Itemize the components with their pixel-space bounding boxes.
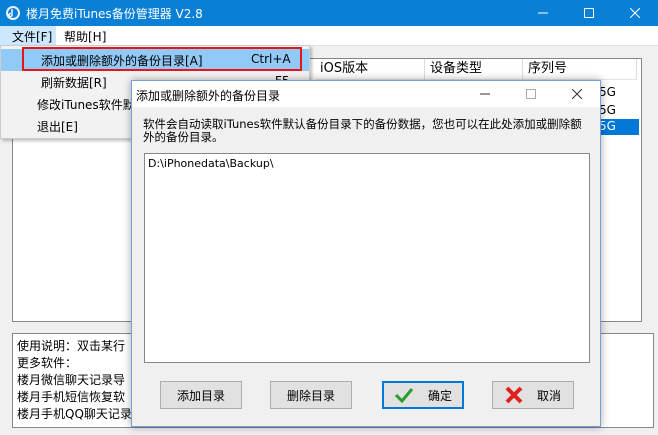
- dialog-description: 软件会自动读取iTunes软件默认备份目录下的备份数据，您也可以在此处添加或删除…: [143, 117, 582, 144]
- menu-file[interactable]: 文件[F]: [0, 26, 56, 45]
- cell-value: 5G: [599, 85, 616, 99]
- delete-dir-button[interactable]: 删除目录: [270, 381, 352, 409]
- menu-file-label: 文件[F]: [12, 30, 53, 44]
- info-line: 楼月微信聊天记录导: [17, 373, 126, 387]
- ok-button[interactable]: 确定: [382, 381, 464, 409]
- cell-value: 5G: [599, 103, 616, 117]
- ok-label: 确定: [427, 388, 452, 403]
- checkmark-icon: [394, 387, 414, 403]
- info-line: 使用说明：双击某行: [17, 339, 126, 353]
- table-row[interactable]: 5G: [599, 103, 639, 120]
- cross-icon: [505, 386, 523, 404]
- minimize-icon[interactable]: [520, 0, 566, 26]
- table-row[interactable]: 5G: [599, 85, 639, 102]
- dialog-close-icon[interactable]: [560, 81, 594, 107]
- info-line: 楼月手机短信恢复软: [17, 390, 126, 404]
- list-item[interactable]: D:\iPhonedata\Backup\: [148, 157, 274, 170]
- dialog-maximize-icon[interactable]: [514, 81, 548, 107]
- column-device-type[interactable]: 设备类型: [425, 59, 523, 80]
- backup-dir-list[interactable]: D:\iPhonedata\Backup\: [144, 153, 590, 363]
- dialog-title: 添加或删除额外的备份目录: [136, 89, 281, 103]
- app-title: 楼月免费iTunes备份管理器 V2.8: [26, 7, 203, 21]
- cell-value: 5G: [599, 119, 616, 133]
- column-ios-version[interactable]: iOS版本: [315, 59, 425, 80]
- menu-item-label: 修改iTunes软件默: [37, 98, 135, 112]
- cancel-label: 取消: [536, 388, 561, 403]
- highlight-box: [22, 47, 302, 71]
- add-dir-label: 添加目录: [176, 388, 225, 403]
- delete-dir-label: 删除目录: [286, 388, 335, 403]
- column-serial-number[interactable]: 序列号: [523, 59, 637, 80]
- app-logo-icon: [5, 5, 21, 21]
- dialog-minimize-icon[interactable]: [468, 81, 502, 107]
- maximize-icon[interactable]: [566, 0, 612, 26]
- info-line: 更多软件：: [17, 356, 78, 370]
- menu-item-label: 退出[E]: [37, 120, 78, 134]
- cancel-button[interactable]: 取消: [492, 381, 574, 409]
- add-dir-button[interactable]: 添加目录: [160, 381, 242, 409]
- close-icon[interactable]: [612, 0, 658, 26]
- menu-item-label: 刷新数据[R]: [41, 76, 107, 90]
- backup-dir-dialog: 添加或删除额外的备份目录 软件会自动读取iTunes软件默认备份目录下的备份数据…: [131, 80, 601, 427]
- dialog-titlebar[interactable]: 添加或删除额外的备份目录: [132, 81, 600, 107]
- table-row-selected[interactable]: 5G: [599, 119, 639, 135]
- main-titlebar[interactable]: 楼月免费iTunes备份管理器 V2.8: [0, 0, 658, 26]
- menu-help[interactable]: 帮助[H]: [64, 28, 106, 45]
- menu-bar: 文件[F] 帮助[H]: [0, 26, 658, 46]
- info-line: 楼月手机QQ聊天记录: [17, 407, 132, 421]
